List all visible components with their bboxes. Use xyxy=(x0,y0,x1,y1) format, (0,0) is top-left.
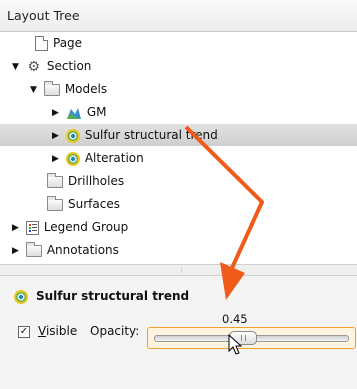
annotation-arrow xyxy=(184,125,264,300)
mouse-pointer-icon xyxy=(228,334,243,355)
